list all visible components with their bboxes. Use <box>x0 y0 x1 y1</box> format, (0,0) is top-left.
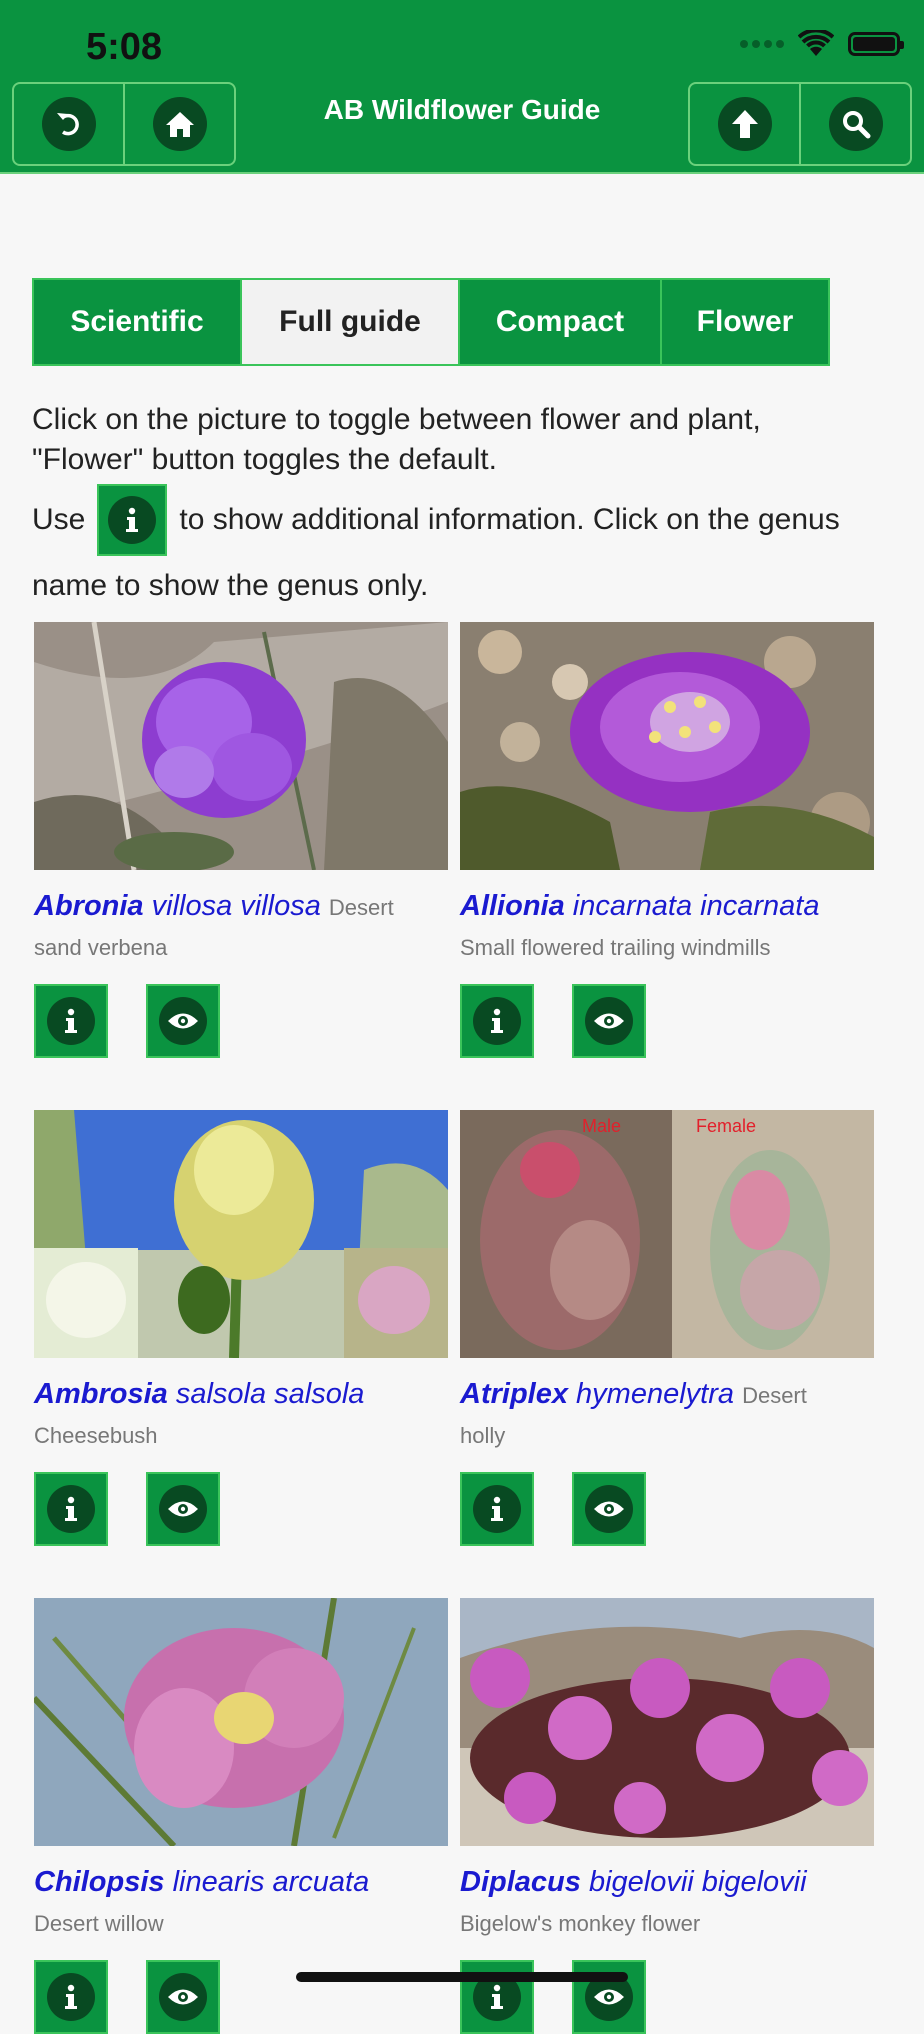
species-name: salsola salsola <box>175 1378 365 1410</box>
eye-icon <box>585 997 633 1045</box>
species-name: hymenelytra <box>576 1378 735 1410</box>
instructions: Click on the picture to toggle between f… <box>32 400 902 606</box>
scroll-up-button[interactable] <box>690 84 799 164</box>
species-name: incarnata incarnata <box>572 890 820 922</box>
tab-compact[interactable]: Compact <box>458 280 660 364</box>
common-name-part: Desert <box>328 895 394 920</box>
photo-label-male: Male <box>582 1116 622 1136</box>
info-icon <box>47 1973 95 2021</box>
view-button[interactable] <box>572 984 646 1058</box>
info-button[interactable] <box>34 984 108 1058</box>
app-header: 5:08 AB Wildflower Guide <box>0 0 924 174</box>
info-icon <box>108 496 157 544</box>
tab-full-guide[interactable]: Full guide <box>240 280 458 364</box>
plant-name: Chilopsis linearis arcuata Desert willow <box>34 1860 464 1942</box>
plant-name: Atriplex hymenelytra Desert holly <box>460 1372 890 1454</box>
common-name: holly <box>460 1423 506 1448</box>
eye-icon <box>159 1485 207 1533</box>
search-icon <box>828 97 883 151</box>
genus-link[interactable]: Diplacus <box>460 1866 581 1898</box>
plant-name: Abronia villosa villosa Desert sand verb… <box>34 884 464 966</box>
common-name: Small flowered trailing windmills <box>460 935 771 960</box>
card-actions <box>460 1472 646 1546</box>
view-button[interactable] <box>146 1960 220 2034</box>
tab-scientific[interactable]: Scientific <box>34 280 240 364</box>
plant-photo[interactable] <box>460 1598 874 1846</box>
species-name: bigelovii bigelovii <box>588 1866 807 1898</box>
info-button[interactable] <box>34 1472 108 1546</box>
view-button[interactable] <box>146 1472 220 1546</box>
info-button[interactable] <box>460 1472 534 1546</box>
common-name-part: Desert <box>742 1383 807 1408</box>
common-name: sand verbena <box>34 935 168 960</box>
view-button[interactable] <box>572 1472 646 1546</box>
status-time: 5:08 <box>86 26 163 68</box>
view-tabs: Scientific Full guide Compact Flower <box>32 278 830 366</box>
common-name: Cheesebush <box>34 1423 158 1448</box>
card-actions <box>34 984 220 1058</box>
genus-link[interactable]: Abronia <box>34 890 144 922</box>
signal-icon <box>740 40 784 48</box>
species-name: linearis arcuata <box>172 1866 370 1898</box>
photo-label-female: Female <box>696 1116 757 1136</box>
wifi-icon <box>798 30 834 56</box>
arrow-up-icon <box>717 97 772 151</box>
eye-icon <box>159 997 207 1045</box>
inline-info-button[interactable] <box>97 484 168 556</box>
card-actions <box>34 1960 220 2034</box>
instructions-line-2: "Flower" button toggles the default. <box>32 443 497 476</box>
eye-icon <box>159 1973 207 2021</box>
instructions-use-prefix: Use <box>32 503 86 536</box>
genus-link[interactable]: Atriplex <box>460 1378 568 1410</box>
search-button[interactable] <box>799 84 910 164</box>
info-icon <box>47 1485 95 1533</box>
instructions-line-1: Click on the picture to toggle between f… <box>32 403 761 436</box>
plant-name: Diplacus bigelovii bigelovii Bigelow's m… <box>460 1860 890 1942</box>
plant-photo[interactable] <box>460 622 874 870</box>
instructions-line-4: name to show the genus only. <box>32 569 429 602</box>
info-icon <box>473 997 521 1045</box>
instructions-use-suffix: to show additional information. Click on… <box>179 503 840 536</box>
card-actions <box>34 1472 220 1546</box>
plant-photo[interactable]: Male Female <box>460 1110 874 1358</box>
nav-right-group <box>688 82 912 166</box>
instructions-use-row: Use to show additional information. Clic… <box>32 482 902 558</box>
home-indicator[interactable] <box>296 1972 628 1982</box>
genus-link[interactable]: Ambrosia <box>34 1378 168 1410</box>
info-icon <box>47 997 95 1045</box>
tab-flower[interactable]: Flower <box>660 280 828 364</box>
species-name: villosa villosa <box>151 890 321 922</box>
status-icons <box>740 30 904 58</box>
eye-icon <box>585 1485 633 1533</box>
common-name: Bigelow's monkey flower <box>460 1911 701 1936</box>
plant-name: Ambrosia salsola salsola Cheesebush <box>34 1372 464 1454</box>
plant-photo[interactable] <box>34 1110 448 1358</box>
genus-link[interactable]: Allionia <box>460 890 565 922</box>
card-actions <box>460 984 646 1058</box>
plant-photo[interactable] <box>34 1598 448 1846</box>
common-name: Desert willow <box>34 1911 164 1936</box>
battery-icon <box>848 32 904 56</box>
info-button[interactable] <box>34 1960 108 2034</box>
genus-link[interactable]: Chilopsis <box>34 1866 165 1898</box>
plant-name: Allionia incarnata incarnata Small flowe… <box>460 884 890 966</box>
info-button[interactable] <box>460 984 534 1058</box>
view-button[interactable] <box>146 984 220 1058</box>
plant-photo[interactable] <box>34 622 448 870</box>
info-icon <box>473 1485 521 1533</box>
